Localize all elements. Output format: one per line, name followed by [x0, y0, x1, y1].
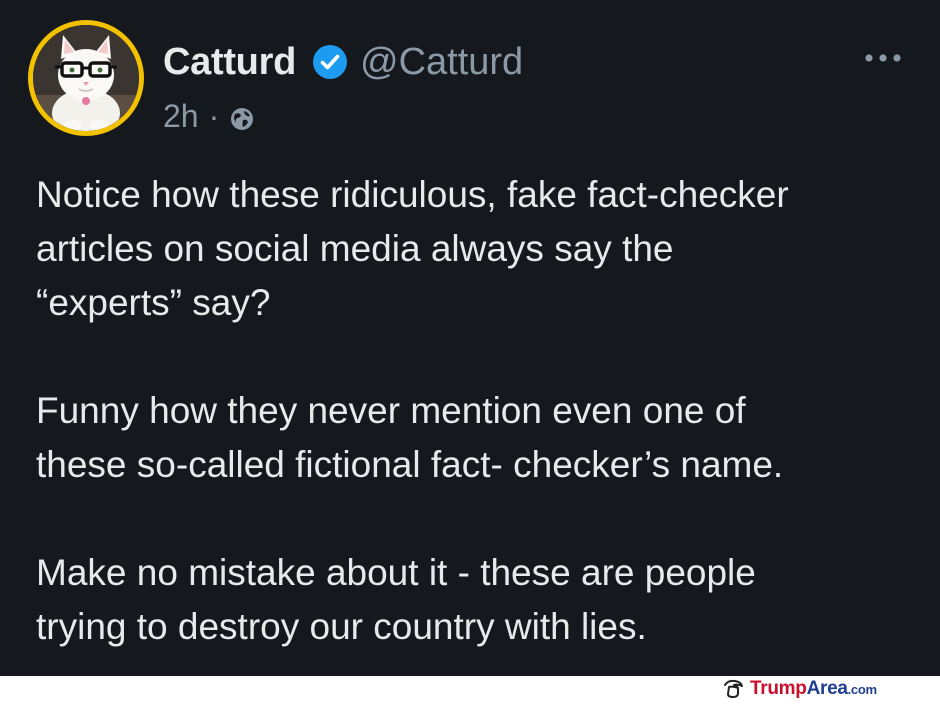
text-line: Make no mistake about it - these are peo… — [36, 552, 756, 593]
timestamp[interactable]: 2h — [163, 98, 199, 135]
footer-strip: TrumpArea.com — [0, 676, 940, 701]
watermark: TrumpArea.com — [722, 678, 877, 700]
globe-icon — [229, 103, 255, 130]
tweet-body: Notice how these ridiculous, fake fact-c… — [36, 168, 916, 654]
watermark-brand-area: Area — [806, 678, 848, 699]
text-line: these so-called fictional fact- checker’… — [36, 444, 784, 485]
user-handle[interactable]: @Catturd — [360, 41, 523, 84]
tweet-paragraph-3: Make no mistake about it - these are peo… — [36, 546, 916, 654]
watermark-brand-trump: Trump — [750, 678, 807, 699]
text-line: Funny how they never mention even one of — [36, 390, 746, 431]
text-line: trying to destroy our country with lies. — [36, 606, 647, 647]
more-options-icon[interactable] — [862, 46, 906, 70]
text-line: “experts” say? — [36, 282, 271, 323]
avatar[interactable] — [28, 20, 144, 136]
text-line: articles on social media always say the — [36, 228, 674, 269]
watermark-suffix: .com — [847, 682, 877, 697]
tweet-card: Catturd @Catturd 2h · Notice how these r… — [0, 0, 940, 676]
display-name[interactable]: Catturd — [163, 41, 296, 84]
trump-hair-icon — [722, 679, 744, 699]
avatar-image — [33, 25, 139, 131]
verified-badge-icon — [312, 44, 348, 80]
cat-with-glasses-avatar — [33, 25, 139, 131]
meta-separator: · — [208, 97, 220, 134]
tweet-meta: 2h · — [163, 96, 255, 136]
text-line: Notice how these ridiculous, fake fact-c… — [36, 174, 789, 215]
watermark-text: TrumpArea.com — [750, 678, 877, 700]
tweet-paragraph-1: Notice how these ridiculous, fake fact-c… — [36, 168, 916, 330]
tweet-paragraph-2: Funny how they never mention even one of… — [36, 384, 916, 492]
author-row: Catturd @Catturd — [163, 38, 523, 86]
